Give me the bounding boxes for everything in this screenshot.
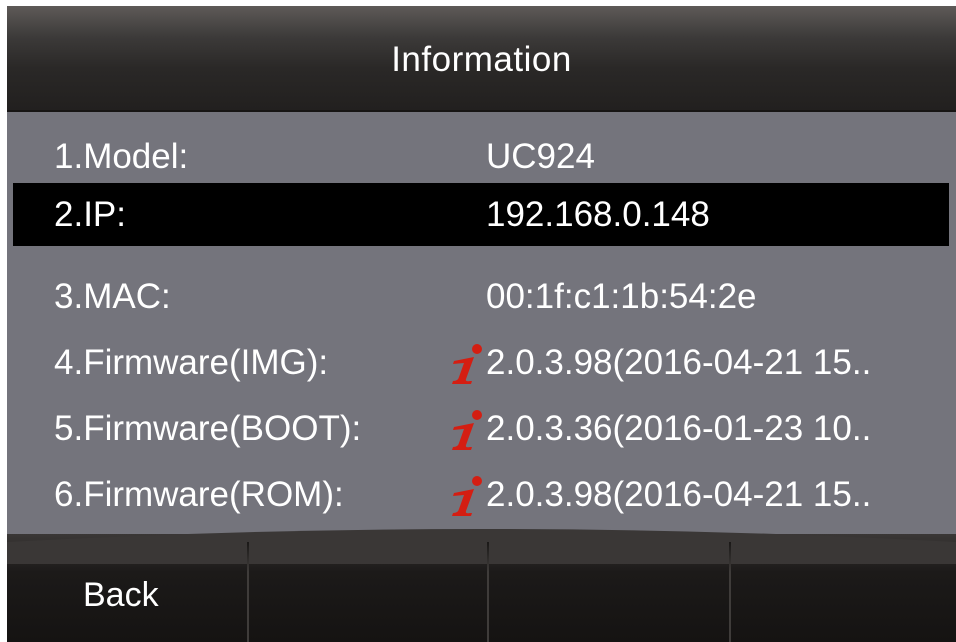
row-label: 4.Firmware(IMG):	[54, 342, 329, 382]
back-softkey[interactable]: Back	[7, 534, 247, 642]
softkey-bar: Back	[7, 529, 956, 642]
list-item-firmware-rom[interactable]: 6.Firmware(ROM): 2.0.3.98(2016-04-21 15.…	[13, 463, 949, 526]
row-value: UC924	[486, 136, 595, 176]
row-value: 2.0.3.98(2016-04-21 15..	[486, 342, 872, 382]
row-label: 3.MAC:	[54, 276, 171, 316]
list-item-firmware-img[interactable]: 4.Firmware(IMG): 2.0.3.98(2016-04-21 15.…	[13, 331, 949, 394]
row-value: 00:1f:c1:1b:54:2e	[486, 276, 757, 316]
softkey-3[interactable]	[489, 534, 729, 642]
row-label: 5.Firmware(BOOT):	[54, 408, 362, 448]
back-softkey-label: Back	[83, 575, 159, 614]
phone-screen: Information 1.Model: UC924 2.IP: 192.168…	[7, 6, 956, 642]
list-item-firmware-boot[interactable]: 5.Firmware(BOOT): 2.0.3.36(2016-01-23 10…	[13, 397, 949, 460]
row-label: 2.IP:	[54, 194, 126, 234]
row-label: 6.Firmware(ROM):	[54, 474, 344, 514]
list-item-mac[interactable]: 3.MAC: 00:1f:c1:1b:54:2e	[13, 265, 949, 328]
list-item-ip[interactable]: 2.IP: 192.168.0.148	[13, 183, 949, 246]
row-value: 2.0.3.36(2016-01-23 10..	[486, 408, 872, 448]
row-value: 2.0.3.98(2016-04-21 15..	[486, 474, 872, 514]
row-value: 192.168.0.148	[486, 194, 710, 234]
softkey-2[interactable]	[249, 534, 487, 642]
row-label: 1.Model:	[54, 136, 189, 176]
title-bar: Information	[7, 6, 956, 112]
softkey-4[interactable]	[731, 534, 956, 642]
page-title: Information	[391, 40, 572, 79]
list-item-model[interactable]: 1.Model: UC924	[13, 125, 949, 188]
